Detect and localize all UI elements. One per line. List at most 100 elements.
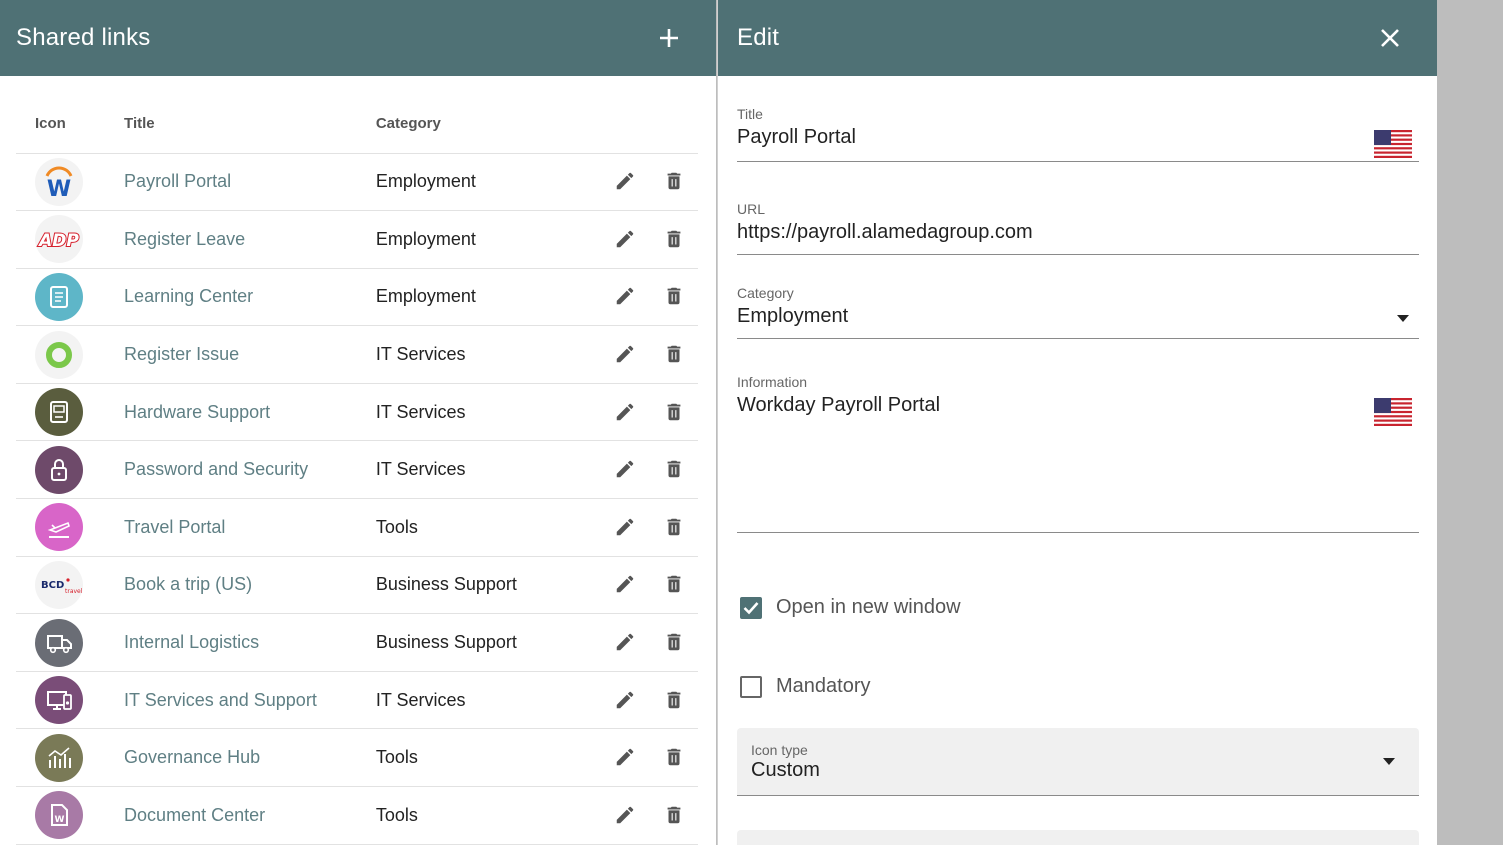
edit-button[interactable]	[610, 569, 640, 599]
row-category: Tools	[375, 786, 601, 845]
trash-icon	[667, 230, 680, 248]
shared-links-header: Shared links	[0, 0, 716, 76]
close-icon	[1381, 29, 1399, 47]
close-button[interactable]	[1371, 19, 1409, 57]
table-row[interactable]: Register Issue IT Services	[16, 325, 698, 384]
delete-button[interactable]	[659, 224, 689, 254]
pencil-icon	[616, 518, 633, 536]
category-label: Category	[737, 285, 794, 301]
edit-button[interactable]	[610, 685, 640, 715]
table-row[interactable]: Password and Security IT Services	[16, 440, 698, 500]
svg-text:BCD: BCD	[41, 580, 64, 591]
delete-button[interactable]	[659, 742, 689, 772]
next-field[interactable]	[737, 830, 1419, 845]
edit-button[interactable]	[610, 742, 640, 772]
column-header-category: Category	[375, 95, 601, 154]
trash-icon	[667, 345, 680, 363]
plus-icon	[660, 29, 678, 47]
row-title[interactable]: Learning Center	[124, 268, 376, 327]
icon-type-select[interactable]: Icon type Custom	[737, 728, 1419, 796]
delete-button[interactable]	[659, 281, 689, 311]
table-row[interactable]: Hardware Support IT Services	[16, 383, 698, 442]
delete-button[interactable]	[659, 339, 689, 369]
us-flag-icon[interactable]	[1374, 130, 1412, 158]
trash-icon	[667, 461, 680, 478]
plane-icon	[35, 503, 83, 552]
lock-icon	[35, 445, 83, 494]
delete-button[interactable]	[659, 166, 689, 196]
table-row[interactable]: Governance Hub Tools	[16, 728, 698, 788]
delete-button[interactable]	[659, 397, 689, 427]
edit-panel: Edit Title Payroll Portal URL https://pa…	[717, 0, 1437, 845]
delete-button[interactable]	[659, 685, 689, 715]
row-title[interactable]: Hardware Support	[124, 383, 376, 442]
edit-button[interactable]	[610, 454, 640, 484]
backdrop	[1437, 0, 1503, 845]
url-input[interactable]: https://payroll.alamedagroup.com	[737, 221, 1419, 244]
edit-button[interactable]	[610, 281, 640, 311]
trash-icon	[667, 518, 680, 536]
svg-text:ADP: ADP	[37, 231, 79, 251]
edit-button[interactable]	[610, 224, 640, 254]
table-row[interactable]: W Payroll Portal Employment	[16, 153, 698, 212]
column-header-icon: Icon	[16, 95, 125, 154]
row-title[interactable]: Register Leave	[124, 210, 376, 269]
us-flag-icon[interactable]	[1374, 398, 1412, 426]
edit-button[interactable]	[610, 166, 640, 196]
title-field[interactable]: Title Payroll Portal	[737, 106, 1419, 162]
edit-button[interactable]	[610, 339, 640, 369]
title-input[interactable]: Payroll Portal	[737, 126, 1419, 149]
chart-icon	[35, 733, 83, 782]
row-title[interactable]: Payroll Portal	[124, 153, 376, 212]
mandatory-checkbox[interactable]: Mandatory	[740, 675, 871, 698]
row-title[interactable]: Internal Logistics	[124, 613, 376, 672]
table-row[interactable]: Travel Portal Tools	[16, 498, 698, 557]
svg-text:travel: travel	[65, 588, 83, 595]
bcd-travel-logo: BCD travel	[35, 560, 83, 609]
row-title[interactable]: Password and Security	[124, 440, 376, 500]
table-header-row: Icon Title Category	[16, 95, 698, 154]
word-doc-icon: W	[35, 791, 83, 840]
dropdown-arrow-icon	[1397, 315, 1409, 322]
information-field[interactable]: Information Workday Payroll Portal	[737, 374, 1419, 534]
shared-links-panel: Shared links Icon Title Category W Payrol…	[0, 0, 716, 845]
delete-button[interactable]	[659, 627, 689, 657]
table-row[interactable]: Learning Center Employment	[16, 268, 698, 327]
row-title[interactable]: IT Services and Support	[124, 671, 376, 730]
delete-button[interactable]	[659, 800, 689, 830]
delete-button[interactable]	[659, 512, 689, 542]
row-title[interactable]: Register Issue	[124, 325, 376, 384]
edit-button[interactable]	[610, 627, 640, 657]
row-title[interactable]: Governance Hub	[124, 728, 376, 788]
row-category: Business Support	[375, 556, 601, 615]
information-textarea[interactable]: Workday Payroll Portal	[737, 394, 1419, 417]
check-icon	[743, 601, 759, 614]
row-category: Employment	[375, 210, 601, 269]
row-title[interactable]: Document Center	[124, 786, 376, 845]
table-row[interactable]: ADP Register Leave Employment	[16, 210, 698, 269]
table-row[interactable]: IT Services and Support IT Services	[16, 671, 698, 730]
row-category: Tools	[375, 728, 601, 788]
table-row[interactable]: W Document Center Tools	[16, 786, 698, 845]
open-new-window-checkbox[interactable]: Open in new window	[740, 596, 961, 619]
edit-button[interactable]	[610, 512, 640, 542]
add-link-button[interactable]	[650, 19, 688, 57]
device-icon	[35, 388, 83, 437]
pencil-icon	[616, 345, 633, 363]
edit-button[interactable]	[610, 397, 640, 427]
trash-icon	[667, 691, 680, 708]
checkbox-unchecked[interactable]	[740, 675, 762, 698]
information-label: Information	[737, 374, 808, 390]
row-title[interactable]: Travel Portal	[124, 498, 376, 557]
delete-button[interactable]	[659, 454, 689, 484]
monitor-icon	[35, 676, 83, 725]
checkbox-checked[interactable]	[740, 596, 762, 619]
icon-type-value: Custom	[751, 759, 820, 781]
delete-button[interactable]	[659, 569, 689, 599]
edit-button[interactable]	[610, 800, 640, 830]
table-row[interactable]: BCD travel Book a trip (US) Business Suppor…	[16, 556, 698, 615]
url-field[interactable]: URL https://payroll.alamedagroup.com	[737, 201, 1419, 257]
table-row[interactable]: Internal Logistics Business Support	[16, 613, 698, 672]
category-select[interactable]: Category Employment	[737, 285, 1419, 341]
row-title[interactable]: Book a trip (US)	[124, 556, 376, 615]
